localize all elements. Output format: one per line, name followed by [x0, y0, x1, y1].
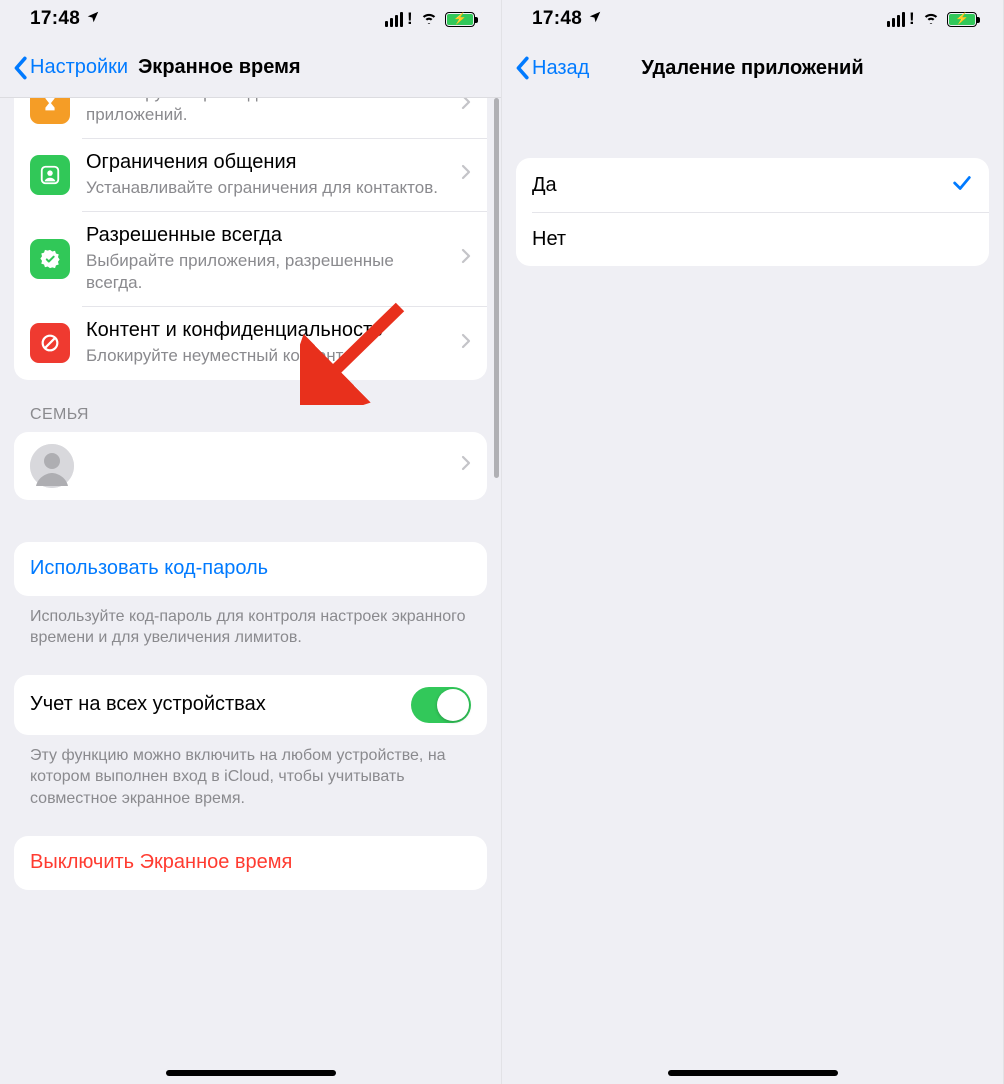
nav-bar: Настройки Экранное время	[0, 38, 501, 98]
row-title: Контент и конфиденциальность	[86, 318, 451, 343]
row-share-across-devices[interactable]: Учет на всех устройствах	[14, 675, 487, 735]
row-title: Ограничения общения	[86, 150, 451, 175]
cellular-icon	[887, 12, 905, 27]
row-title: Разрешенные всегда	[86, 223, 451, 248]
row-use-passcode[interactable]: Использовать код-пароль	[14, 542, 487, 596]
phone-left: 17:48 ! ⚡ Настройки Экранное время	[0, 0, 502, 1084]
option-dont-allow[interactable]: Нет	[516, 212, 989, 266]
row-communication-limits[interactable]: Ограничения общения Устанавливайте огран…	[14, 138, 487, 211]
back-button[interactable]: Назад	[510, 52, 593, 84]
switch-share-devices[interactable]	[411, 687, 471, 723]
avatar-icon	[30, 444, 74, 488]
footer-share: Эту функцию можно включить на любом устр…	[30, 745, 471, 810]
options-group-deleting-apps: Да Нет	[516, 158, 989, 266]
row-label: Учет на всех устройствах	[30, 692, 411, 717]
no-entry-icon	[30, 323, 70, 363]
settings-group-turnoff: Выключить Экранное время	[14, 836, 487, 890]
row-turn-off-screen-time[interactable]: Выключить Экранное время	[14, 836, 487, 890]
chevron-left-icon	[514, 56, 530, 80]
footer-passcode: Используйте код-пароль для контроля наст…	[30, 606, 471, 649]
option-allow[interactable]: Да	[516, 158, 989, 212]
chevron-right-icon	[461, 98, 471, 115]
status-bar: 17:48 ! ⚡	[0, 0, 501, 38]
row-sub: Устанавливайте ограничения для контактов…	[86, 177, 451, 199]
chevron-left-icon	[12, 56, 28, 80]
chevron-right-icon	[461, 333, 471, 354]
checkmark-icon	[951, 172, 973, 199]
check-badge-icon	[30, 239, 70, 279]
chevron-right-icon	[461, 164, 471, 185]
status-bar: 17:48 ! ⚡	[502, 0, 1003, 38]
location-icon	[86, 10, 100, 29]
scroll-area[interactable]: Да Нет	[502, 98, 1003, 1084]
row-app-limits-sub1: Лимитируйте время для	[86, 98, 277, 102]
person-icon	[30, 155, 70, 195]
row-app-limits-sub2: приложений.	[86, 105, 187, 124]
status-time: 17:48	[30, 8, 80, 30]
wifi-icon	[419, 9, 439, 29]
home-indicator	[668, 1070, 838, 1076]
row-label: Выключить Экранное время	[30, 851, 471, 874]
cellular-warn-icon: !	[909, 9, 915, 29]
wifi-icon	[921, 9, 941, 29]
row-app-limits[interactable]: Лимитируйте время для приложений.	[14, 98, 487, 138]
settings-group-main: Лимитируйте время для приложений. Огран	[14, 98, 487, 380]
home-indicator	[166, 1070, 336, 1076]
row-label: Использовать код-пароль	[30, 557, 471, 580]
location-icon	[588, 10, 602, 29]
back-label: Настройки	[30, 56, 128, 79]
section-header-family: СЕМЬЯ	[30, 406, 471, 424]
option-label: Да	[532, 173, 951, 198]
chevron-right-icon	[461, 455, 471, 476]
row-always-allowed[interactable]: Разрешенные всегда Выбирайте приложения,…	[14, 211, 487, 306]
cellular-icon	[385, 12, 403, 27]
settings-group-share: Учет на всех устройствах	[14, 675, 487, 735]
nav-title: Экранное время	[138, 56, 300, 79]
settings-group-family	[14, 432, 487, 500]
cellular-warn-icon: !	[407, 9, 413, 29]
row-sub: Блокируйте неуместный контент.	[86, 345, 451, 367]
battery-icon: ⚡	[445, 12, 475, 27]
option-label: Нет	[532, 227, 973, 252]
nav-bar: Назад Удаление приложений	[502, 38, 1003, 98]
status-time: 17:48	[532, 8, 582, 30]
chevron-right-icon	[461, 248, 471, 269]
settings-group-passcode: Использовать код-пароль	[14, 542, 487, 596]
row-family-member[interactable]	[14, 432, 487, 500]
back-label: Назад	[532, 57, 589, 80]
scroll-area[interactable]: Лимитируйте время для приложений. Огран	[0, 98, 501, 1084]
row-content-privacy[interactable]: Контент и конфиденциальность Блокируйте …	[14, 306, 487, 379]
back-button[interactable]: Настройки	[8, 52, 132, 84]
row-sub: Выбирайте приложения, разрешенные всегда…	[86, 250, 451, 294]
battery-icon: ⚡	[947, 12, 977, 27]
phone-right: 17:48 ! ⚡ Назад Удаление приложений Да	[502, 0, 1004, 1084]
hourglass-icon	[30, 98, 70, 124]
